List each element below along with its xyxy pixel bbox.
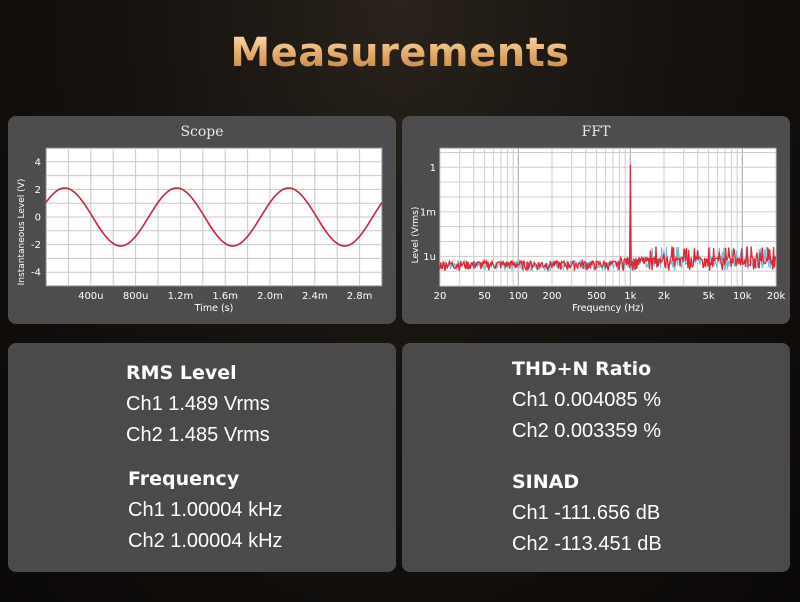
scope-x-tick-label: 1.6m	[212, 291, 238, 302]
frequency-block: Frequency Ch1 1.00004 kHz Ch2 1.00004 kH…	[128, 467, 283, 557]
rms-level-block: RMS Level Ch1 1.489 Vrms Ch2 1.485 Vrms	[126, 361, 270, 451]
scope-x-tick-label: 2.8m	[347, 291, 373, 302]
thd-block: THD+N Ratio Ch1 0.004085 % Ch2 0.003359 …	[512, 357, 661, 447]
scope-chart: 4 2 0 -2 -4 400u 800u 1.2m 1.6m 2.0m 2.4m 2.8m Time …	[17, 147, 383, 314]
fft-panel: FFT 1 1m 1u 20 50 100 200 500 1k 2k 5k 10k 20k Freque…	[402, 116, 790, 324]
frequency-ch1: Ch1 1.00004 kHz	[128, 499, 283, 521]
thd-ch2: Ch2 0.003359 %	[512, 420, 662, 442]
fft-y-tick-label: 1	[430, 163, 436, 174]
fft-x-tick-label: 10k	[733, 291, 752, 302]
thd-sinad-panel: THD+N Ratio Ch1 0.004085 % Ch2 0.003359 …	[402, 343, 790, 572]
sinad-heading: SINAD	[512, 471, 580, 493]
scope-x-tick-label: 2.0m	[257, 291, 283, 302]
fft-x-tick-label: 20	[434, 291, 447, 302]
scope-x-tick-label: 2.4m	[302, 291, 328, 302]
fft-x-tick-label: 200	[542, 291, 561, 302]
fft-x-tick-label: 20k	[767, 291, 786, 302]
fft-x-tick-label: 1k	[624, 291, 636, 302]
fft-x-tick-label: 2k	[658, 291, 670, 302]
fft-y-tick-label: 1m	[420, 207, 436, 218]
rms-level-ch1: Ch1 1.489 Vrms	[126, 393, 270, 415]
scope-y-axis-label: Instantaneous Level (V)	[17, 179, 27, 286]
fft-chart: 1 1m 1u 20 50 100 200 500 1k 2k 5k 10k 20k Frequency …	[411, 147, 786, 314]
fft-x-axis-label: Frequency (Hz)	[572, 303, 644, 314]
frequency-ch2: Ch2 1.00004 kHz	[128, 530, 283, 552]
sinad-block: SINAD Ch1 -111.656 dB Ch2 -113.451 dB	[512, 470, 662, 560]
level-frequency-panel: RMS Level Ch1 1.489 Vrms Ch2 1.485 Vrms …	[8, 343, 396, 572]
scope-panel: Scope 4 2 0 -2 -4 400u 800u 1.2m 1.6m 2.0m 2.4m 2.8…	[8, 116, 396, 324]
thd-ch1: Ch1 0.004085 %	[512, 389, 662, 411]
scope-x-axis-label: Time (s)	[194, 303, 234, 314]
scope-y-tick-label: 2	[35, 185, 41, 196]
thd-heading: THD+N Ratio	[512, 358, 652, 380]
rms-level-ch2: Ch2 1.485 Vrms	[126, 424, 270, 446]
fft-y-tick-label: 1u	[423, 252, 436, 263]
scope-y-tick-label: 4	[35, 157, 41, 168]
scope-x-tick-label: 800u	[123, 291, 148, 302]
fft-x-tick-label: 100	[509, 291, 528, 302]
rms-level-heading: RMS Level	[126, 362, 237, 384]
fft-x-tick-label: 5k	[702, 291, 714, 302]
page-title: Measurements	[0, 30, 800, 76]
frequency-heading: Frequency	[128, 468, 240, 490]
scope-y-tick-label: -4	[31, 268, 41, 279]
fft-x-tick-label: 500	[587, 291, 606, 302]
sinad-ch1: Ch1 -111.656 dB	[512, 502, 661, 524]
scope-y-tick-label: -2	[31, 240, 41, 251]
scope-x-tick-label: 400u	[78, 291, 103, 302]
fft-x-tick-label: 50	[478, 291, 491, 302]
scope-x-tick-label: 1.2m	[168, 291, 194, 302]
scope-y-tick-label: 0	[35, 213, 41, 224]
fft-y-axis-label: Level (Vrms)	[411, 207, 421, 264]
sinad-ch2: Ch2 -113.451 dB	[512, 533, 662, 555]
